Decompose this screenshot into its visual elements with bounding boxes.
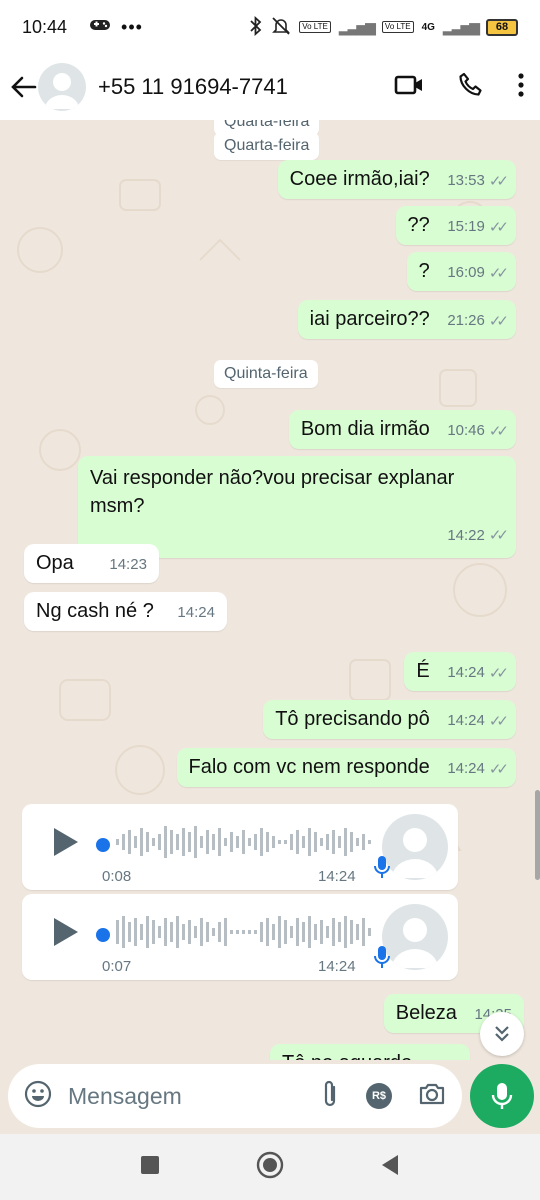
message-text: Falo com vc nem responde: [188, 756, 430, 778]
bluetooth-icon: [249, 15, 263, 39]
message-time: 14:24: [318, 868, 356, 885]
message-time: 14:24: [318, 958, 356, 975]
microphone-icon: [374, 944, 390, 975]
recents-icon[interactable]: [140, 1155, 160, 1180]
message-bubble-out[interactable]: Coee irmão,iai? 13:53 ✓✓: [277, 160, 516, 199]
message-time: 15:19: [447, 218, 485, 235]
message-bubble-out[interactable]: iai parceiro?? 21:26 ✓✓: [297, 300, 516, 339]
message-bubble-in[interactable]: Ng cash né ? 14:24: [24, 592, 227, 631]
microphone-icon: [491, 1083, 513, 1109]
more-notifications-icon: •••: [121, 16, 143, 37]
more-options-icon[interactable]: [518, 72, 524, 102]
message-bubble-out[interactable]: Bom dia irmão 10:46 ✓✓: [288, 410, 516, 449]
contact-name[interactable]: +55 11 91694-7741: [98, 74, 288, 100]
camera-icon[interactable]: [418, 1082, 446, 1111]
message-text: iai parceiro??: [309, 308, 430, 330]
chat-area[interactable]: Quarta-feira Quarta-feira Coee irmão,iai…: [0, 120, 540, 1060]
message-time: 16:09: [447, 264, 485, 281]
play-icon[interactable]: [52, 826, 80, 863]
emoji-icon[interactable]: [24, 1080, 52, 1113]
message-bubble-out[interactable]: Tô no aguardo: [270, 1044, 470, 1060]
voice-message[interactable]: 0:08 14:24: [22, 804, 458, 890]
date-separator: Quinta-feira: [214, 360, 318, 388]
compose-bar: Mensagem R$: [0, 1060, 540, 1134]
playback-position-dot[interactable]: [96, 838, 110, 852]
message-text: ?: [418, 260, 430, 282]
message-bubble-out[interactable]: ? 16:09 ✓✓: [406, 252, 516, 291]
home-icon[interactable]: [256, 1151, 284, 1184]
double-check-icon: ✓✓: [488, 760, 509, 778]
double-check-icon: ✓✓: [488, 422, 509, 440]
message-text: Ng cash né ?: [36, 600, 154, 622]
message-time: 14:24: [447, 712, 485, 729]
message-time: 21:26: [447, 312, 485, 329]
date-separator: Quarta-feira: [214, 132, 320, 160]
message-text: Vai responder não?vou precisar explanar …: [90, 467, 455, 517]
message-text: ??: [407, 214, 430, 236]
chat-header: +55 11 91694-7741: [0, 54, 540, 120]
volte-badge-2: Vo LTE: [381, 21, 414, 33]
game-controller-icon: [89, 17, 111, 38]
scroll-to-bottom-button[interactable]: [480, 1012, 524, 1056]
voice-duration: 0:08: [102, 868, 132, 885]
double-check-icon: ✓✓: [488, 527, 509, 544]
message-time: 14:24: [447, 760, 485, 777]
double-check-icon: ✓✓: [488, 218, 509, 236]
network-type: 4G: [421, 21, 435, 33]
message-time: 10:46: [447, 422, 485, 439]
payment-icon[interactable]: R$: [366, 1083, 392, 1109]
message-text: Bom dia irmão: [300, 418, 430, 440]
message-text: Coee irmão,iai?: [289, 168, 430, 190]
double-check-icon: ✓✓: [488, 664, 509, 682]
message-placeholder: Mensagem: [68, 1082, 182, 1109]
status-time: 10:44: [22, 16, 68, 37]
voice-duration: 0:07: [102, 958, 132, 975]
double-check-icon: ✓✓: [488, 312, 509, 330]
double-check-icon: ✓✓: [488, 712, 509, 730]
double-check-icon: ✓✓: [488, 172, 509, 190]
message-bubble-out[interactable]: Vai responder não?vou precisar explanar …: [78, 456, 516, 558]
avatar: [382, 814, 448, 880]
volte-badge: Vo LTE: [299, 21, 331, 33]
battery-icon: 68: [486, 18, 518, 36]
back-arrow-icon[interactable]: [10, 73, 38, 101]
signal-icon-2: ▂▃▅▆: [442, 18, 480, 35]
message-input[interactable]: Mensagem R$: [8, 1064, 462, 1128]
message-time: 14:23: [109, 556, 147, 573]
message-time: 14:24: [177, 604, 215, 621]
scrollbar[interactable]: [535, 790, 540, 880]
avatar: [382, 904, 448, 970]
voice-message[interactable]: 0:07 14:24: [22, 894, 458, 980]
phone-call-icon[interactable]: [458, 72, 484, 103]
signal-icon: ▂▃▅▆: [338, 18, 376, 35]
system-nav-bar: [0, 1134, 540, 1200]
waveform[interactable]: [114, 912, 384, 952]
message-bubble-out[interactable]: ?? 15:19 ✓✓: [395, 206, 516, 245]
play-icon[interactable]: [52, 916, 80, 953]
message-text: Tô precisando pô: [275, 708, 430, 730]
message-text: É: [416, 660, 430, 682]
message-text: Tô no aguardo: [282, 1052, 412, 1060]
microphone-icon: [374, 854, 390, 885]
double-chevron-down-icon: [495, 1026, 509, 1042]
message-bubble-out[interactable]: Tô precisando pô 14:24 ✓✓: [263, 700, 516, 739]
video-call-icon[interactable]: [394, 74, 424, 101]
playback-position-dot[interactable]: [96, 928, 110, 942]
attach-icon[interactable]: [320, 1079, 340, 1114]
message-bubble-out[interactable]: É 14:24 ✓✓: [404, 652, 516, 691]
waveform[interactable]: [114, 822, 384, 862]
double-check-icon: ✓✓: [488, 264, 509, 282]
message-text: Beleza: [395, 1002, 457, 1024]
message-time: 13:53: [447, 172, 485, 189]
message-bubble-out[interactable]: Falo com vc nem responde 14:24 ✓✓: [176, 748, 516, 787]
bell-muted-icon: [271, 16, 291, 39]
message-time: 14:22: [447, 527, 485, 544]
message-text: Opa: [36, 552, 74, 574]
message-time: 14:24: [447, 664, 485, 681]
status-bar: 10:44 ••• Vo LTE ▂▃▅▆ Vo LTE 4G ▂▃▅▆ 68: [0, 0, 540, 54]
message-bubble-in[interactable]: Opa 14:23: [24, 544, 159, 583]
avatar[interactable]: [38, 63, 86, 111]
back-icon[interactable]: [380, 1154, 400, 1181]
voice-record-button[interactable]: [470, 1064, 534, 1128]
